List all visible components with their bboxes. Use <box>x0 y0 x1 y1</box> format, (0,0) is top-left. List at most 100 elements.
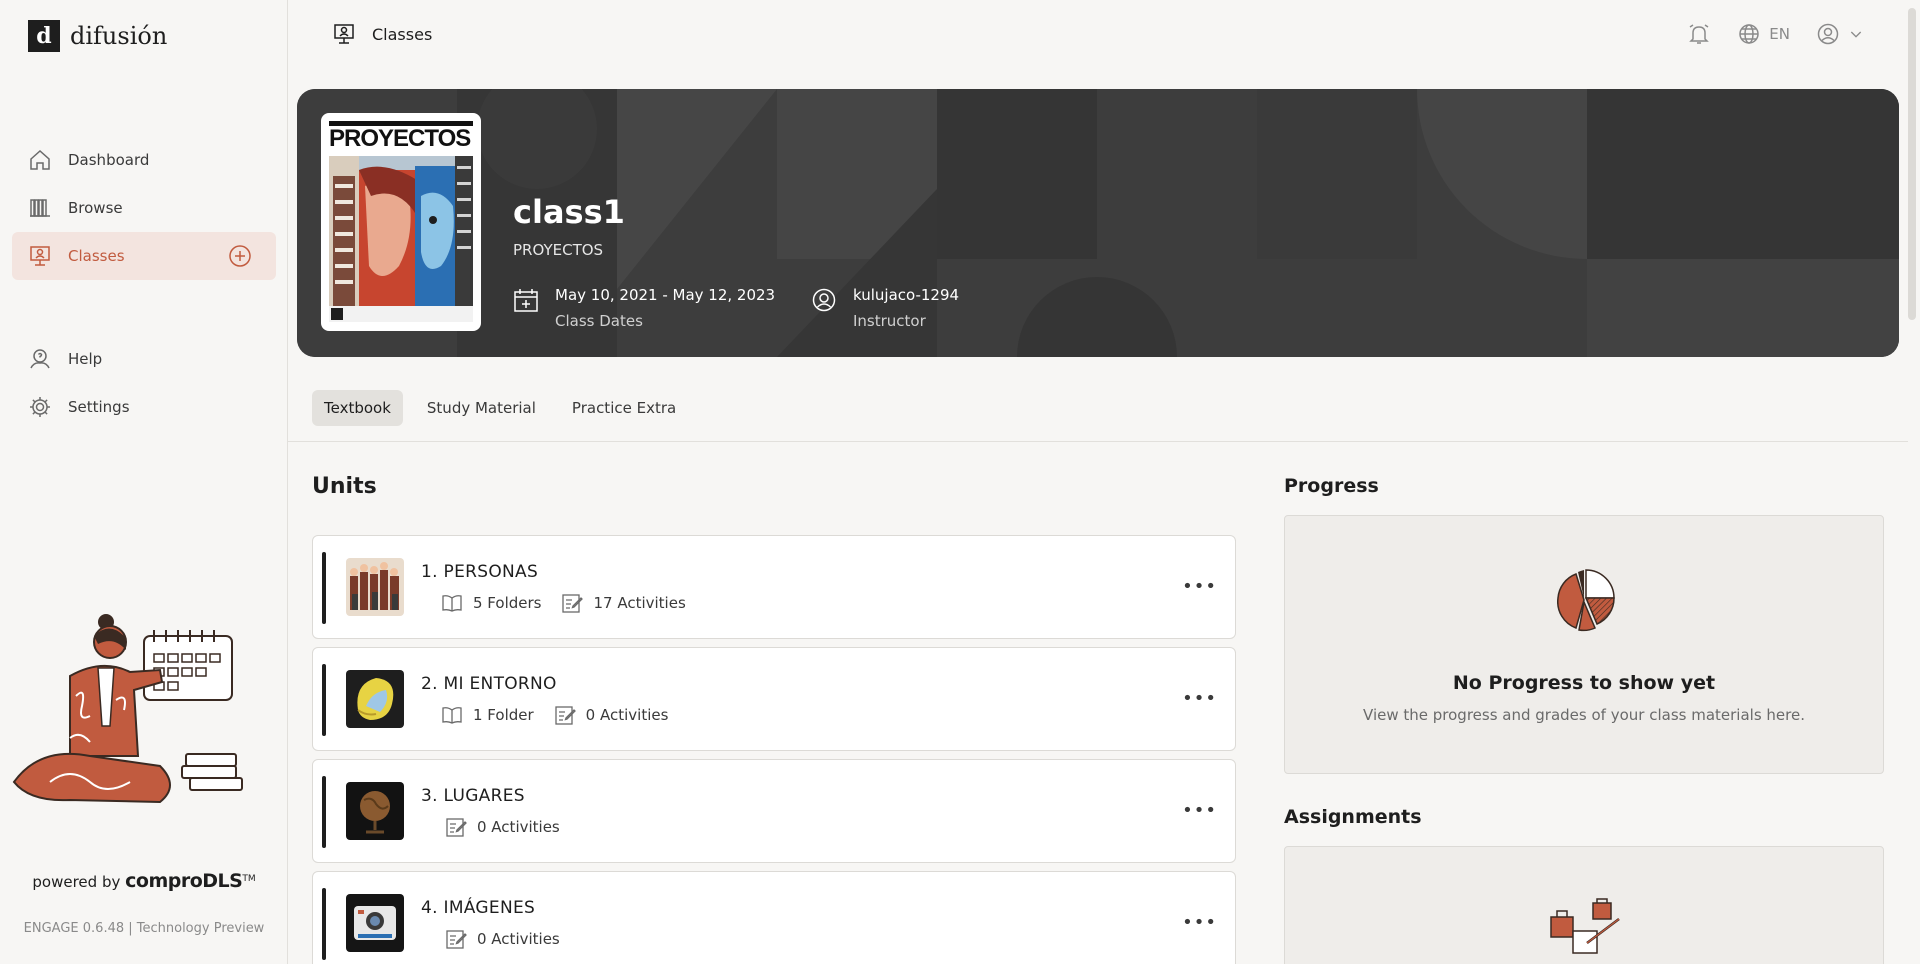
language-label: EN <box>1769 25 1790 43</box>
powered-brand: comproDLS <box>125 870 243 892</box>
more-options-icon[interactable]: ••• <box>1182 912 1217 933</box>
classroom-icon <box>30 246 50 266</box>
edit-sheet-icon <box>555 706 576 725</box>
user-avatar-icon <box>1817 23 1839 45</box>
folders-label: 5 Folders <box>473 594 542 612</box>
page-scrollbar[interactable] <box>1908 8 1916 320</box>
class-instructor: kulujaco-1294 Instructor <box>811 285 959 331</box>
tab-practice-extra[interactable]: Practice Extra <box>560 390 688 426</box>
folders-count: 1 Folder <box>441 704 534 726</box>
unit-thumbnail <box>346 670 404 728</box>
more-options-icon[interactable]: ••• <box>1182 800 1217 821</box>
progress-empty-subtitle: View the progress and grades of your cla… <box>1363 706 1805 724</box>
books-icon <box>30 199 50 217</box>
bell-icon[interactable] <box>1687 22 1711 46</box>
tab-study-material[interactable]: Study Material <box>415 390 548 426</box>
powered-tm: TM <box>242 874 256 884</box>
unit-card[interactable]: 1. PERSONAS 5 Folders 17 Activities ••• <box>312 535 1236 639</box>
gear-icon <box>30 397 50 417</box>
assignments-panel <box>1284 846 1884 964</box>
sidebar-item-help[interactable]: Help <box>12 335 276 383</box>
cover-title: PROYECTOS <box>329 121 473 152</box>
unit-stats: 0 Activities <box>445 816 560 838</box>
brand-name: difusión <box>70 22 168 50</box>
tabs-divider <box>288 441 1908 442</box>
unit-thumbnail <box>346 558 404 616</box>
unit-accent-bar <box>322 552 326 624</box>
class-banner: PROYECTOS class1 PROYECTOS May 10, 2021 … <box>297 89 1899 357</box>
top-actions: EN <box>1687 22 1864 46</box>
sidebar-item-label: Settings <box>68 398 130 416</box>
sidebar-item-label: Help <box>68 350 103 368</box>
breadcrumb[interactable]: Classes <box>332 22 432 46</box>
unit-card[interactable]: 2. MI ENTORNO 1 Folder 0 Activities ••• <box>312 647 1236 751</box>
class-dates: May 10, 2021 - May 12, 2023 Class Dates <box>513 285 775 331</box>
open-book-icon <box>442 707 462 724</box>
activities-count: 0 Activities <box>445 816 560 838</box>
version-text: ENGAGE 0.6.48 | Technology Preview <box>23 921 265 936</box>
class-dates-label: Class Dates <box>555 312 643 330</box>
breadcrumb-label: Classes <box>372 24 433 44</box>
more-options-icon[interactable]: ••• <box>1182 688 1217 709</box>
progress-empty-title: No Progress to show yet <box>1452 672 1716 694</box>
edit-sheet-icon <box>446 818 467 837</box>
activities-label: 17 Activities <box>593 594 686 612</box>
open-book-icon <box>442 595 462 612</box>
powered-by: powered by comproDLSTM <box>0 870 288 892</box>
activities-label: 0 Activities <box>477 818 560 836</box>
brand-logo[interactable]: d difusión <box>28 20 167 52</box>
user-menu[interactable] <box>1816 22 1864 46</box>
logo-mark: d <box>28 20 60 52</box>
unit-thumbnail <box>346 782 404 840</box>
activities-label: 0 Activities <box>477 930 560 948</box>
sidebar-item-label: Dashboard <box>68 151 150 169</box>
main-nav: Dashboard Browse Classes <box>12 136 276 280</box>
secondary-nav: Help Settings <box>12 335 276 431</box>
sidebar-item-classes[interactable]: Classes <box>12 232 276 280</box>
tab-textbook[interactable]: Textbook <box>312 390 403 426</box>
globe-icon <box>1739 24 1760 44</box>
sidebar: d difusión Dashboard Browse Classes Help… <box>0 0 288 964</box>
add-class-icon[interactable] <box>228 244 252 268</box>
sidebar-item-dashboard[interactable]: Dashboard <box>12 136 276 184</box>
home-icon <box>30 149 50 170</box>
unit-title: 3. LUGARES <box>421 786 525 806</box>
unit-title: 1. PERSONAS <box>421 562 539 582</box>
sidebar-item-browse[interactable]: Browse <box>12 184 276 232</box>
instructor-value: kulujaco-1294 <box>853 286 960 304</box>
sidebar-item-settings[interactable]: Settings <box>12 383 276 431</box>
units-heading: Units <box>312 474 377 499</box>
unit-accent-bar <box>322 776 326 848</box>
more-options-icon[interactable]: ••• <box>1182 576 1217 597</box>
unit-title: 2. MI ENTORNO <box>421 674 557 694</box>
unit-card[interactable]: 3. LUGARES 0 Activities ••• <box>312 759 1236 863</box>
edit-sheet-icon <box>446 930 467 949</box>
activities-count: 17 Activities <box>561 592 686 614</box>
activities-count: 0 Activities <box>445 928 560 950</box>
chevron-down-icon <box>1850 31 1862 38</box>
pie-chart-icon <box>1557 569 1615 632</box>
sidebar-item-label: Classes <box>68 247 125 265</box>
edit-sheet-icon <box>562 594 584 613</box>
unit-accent-bar <box>322 888 326 960</box>
powered-prefix: powered by <box>32 873 121 891</box>
cover-mural-image <box>329 156 473 322</box>
student-illustration <box>12 614 243 804</box>
activities-label: 0 Activities <box>585 706 669 724</box>
unit-stats: 0 Activities <box>445 928 560 950</box>
calendar-icon <box>514 289 538 312</box>
assignments-heading: Assignments <box>1284 806 1422 828</box>
language-selector[interactable]: EN <box>1737 22 1790 46</box>
folders-count: 5 Folders <box>441 592 541 614</box>
book-cover: PROYECTOS <box>321 113 481 331</box>
unit-card[interactable]: 4. IMÁGENES 0 Activities ••• <box>312 871 1236 964</box>
help-icon <box>30 349 50 369</box>
class-book-name: PROYECTOS <box>513 241 604 259</box>
progress-panel: No Progress to show yet View the progres… <box>1284 515 1884 774</box>
folders-label: 1 Folder <box>473 706 534 724</box>
content-tabs: Textbook Study Material Practice Extra <box>312 390 688 426</box>
unit-thumbnail <box>346 894 404 952</box>
unit-stats: 1 Folder 0 Activities <box>441 704 668 726</box>
class-title: class1 <box>513 193 625 231</box>
top-bar: Classes EN <box>288 0 1920 72</box>
